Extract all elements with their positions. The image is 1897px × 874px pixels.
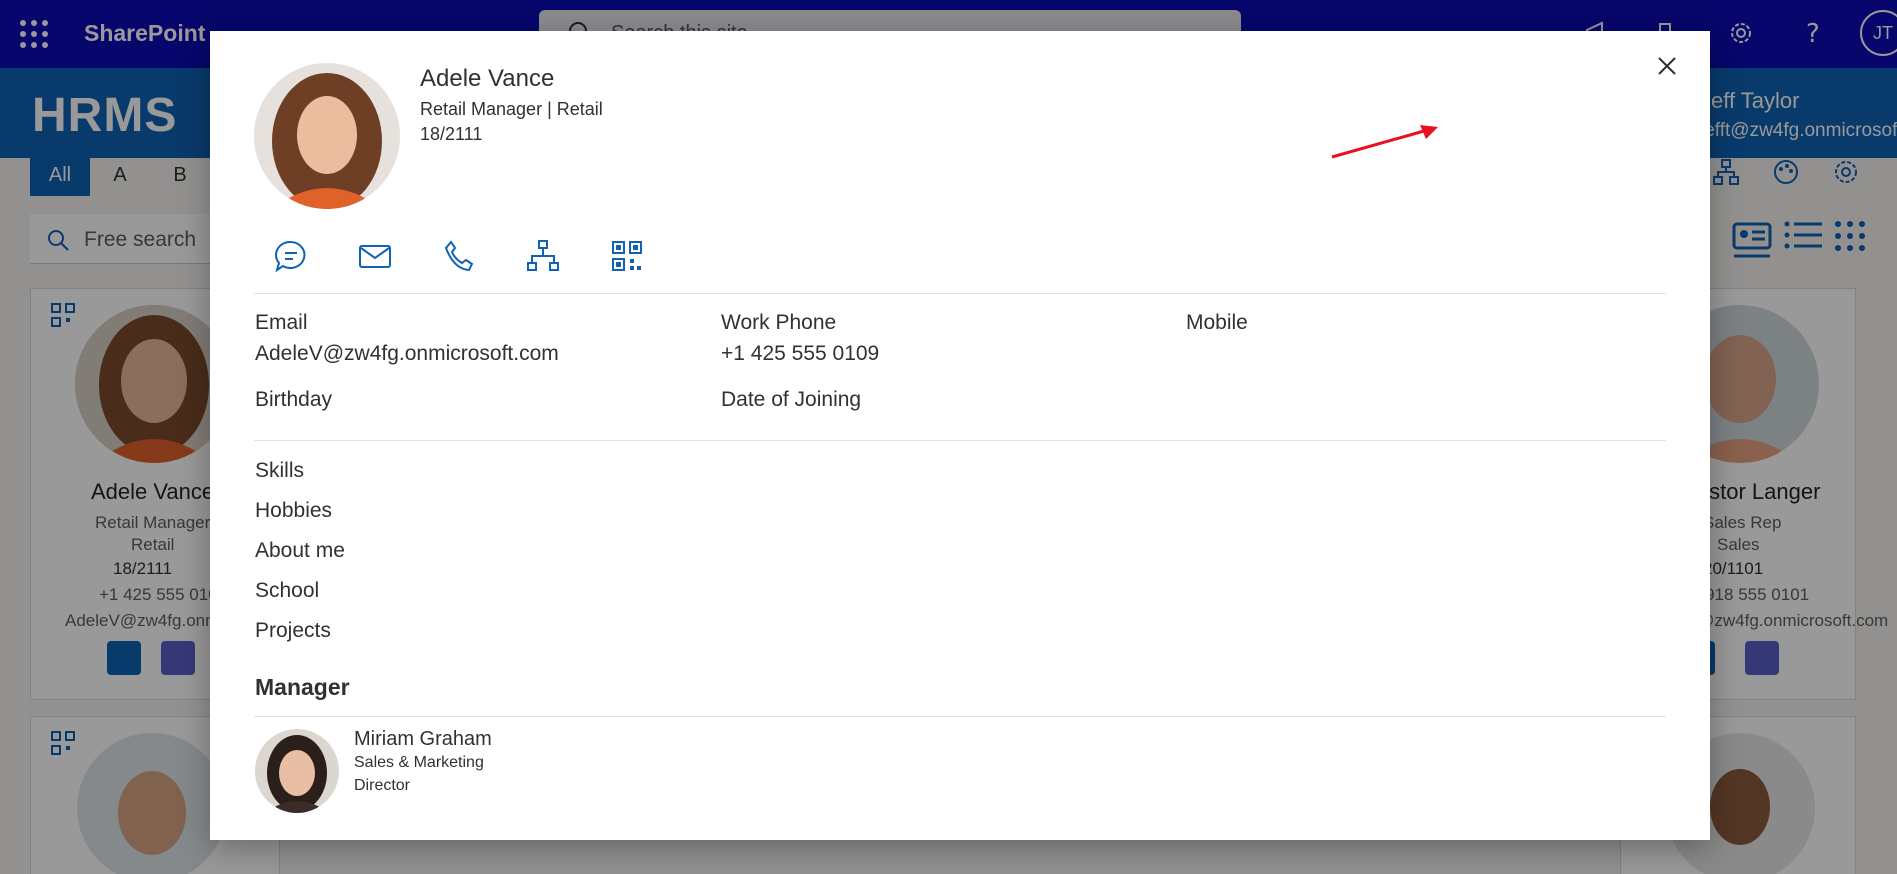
close-icon[interactable] bbox=[1650, 49, 1684, 83]
org-chart-icon[interactable] bbox=[526, 239, 560, 273]
work-phone-value[interactable]: +1 425 555 0109 bbox=[721, 342, 879, 366]
birthday-label: Birthday bbox=[255, 388, 333, 411]
qr-code-icon[interactable] bbox=[610, 239, 644, 273]
chat-icon[interactable] bbox=[274, 239, 308, 273]
profile-name: Adele Vance bbox=[420, 65, 555, 92]
mobile-label: Mobile bbox=[1186, 311, 1248, 334]
mail-icon[interactable] bbox=[358, 239, 392, 273]
profile-actions bbox=[274, 239, 644, 273]
manager-heading: Manager bbox=[255, 674, 350, 700]
divider bbox=[254, 293, 1666, 294]
section-hobbies[interactable]: Hobbies bbox=[255, 499, 332, 523]
date-of-joining-label: Date of Joining bbox=[721, 388, 862, 411]
manager-department: Sales & Marketing bbox=[354, 754, 484, 771]
section-projects[interactable]: Projects bbox=[255, 619, 331, 643]
annotation-arrow bbox=[1331, 125, 1438, 159]
profile-title: Retail Manager | Retail bbox=[420, 99, 603, 119]
manager-photo[interactable] bbox=[255, 729, 339, 813]
profile-employee-id: 18/2111 bbox=[420, 124, 483, 144]
section-about-me[interactable]: About me bbox=[255, 539, 345, 563]
section-school[interactable]: School bbox=[255, 579, 319, 603]
email-value[interactable]: AdeleV@zw4fg.onmicrosoft.com bbox=[255, 342, 559, 366]
manager-name[interactable]: Miriam Graham bbox=[354, 728, 492, 751]
profile-photo bbox=[254, 63, 400, 209]
divider bbox=[254, 440, 1666, 441]
section-skills[interactable]: Skills bbox=[255, 459, 304, 483]
divider bbox=[254, 716, 1666, 717]
email-label: Email bbox=[255, 311, 308, 334]
work-phone-label: Work Phone bbox=[721, 311, 837, 334]
profile-dialog: Adele Vance Retail Manager | Retail 18/2… bbox=[210, 31, 1710, 840]
phone-icon[interactable] bbox=[442, 239, 476, 273]
manager-role: Director bbox=[354, 777, 411, 794]
